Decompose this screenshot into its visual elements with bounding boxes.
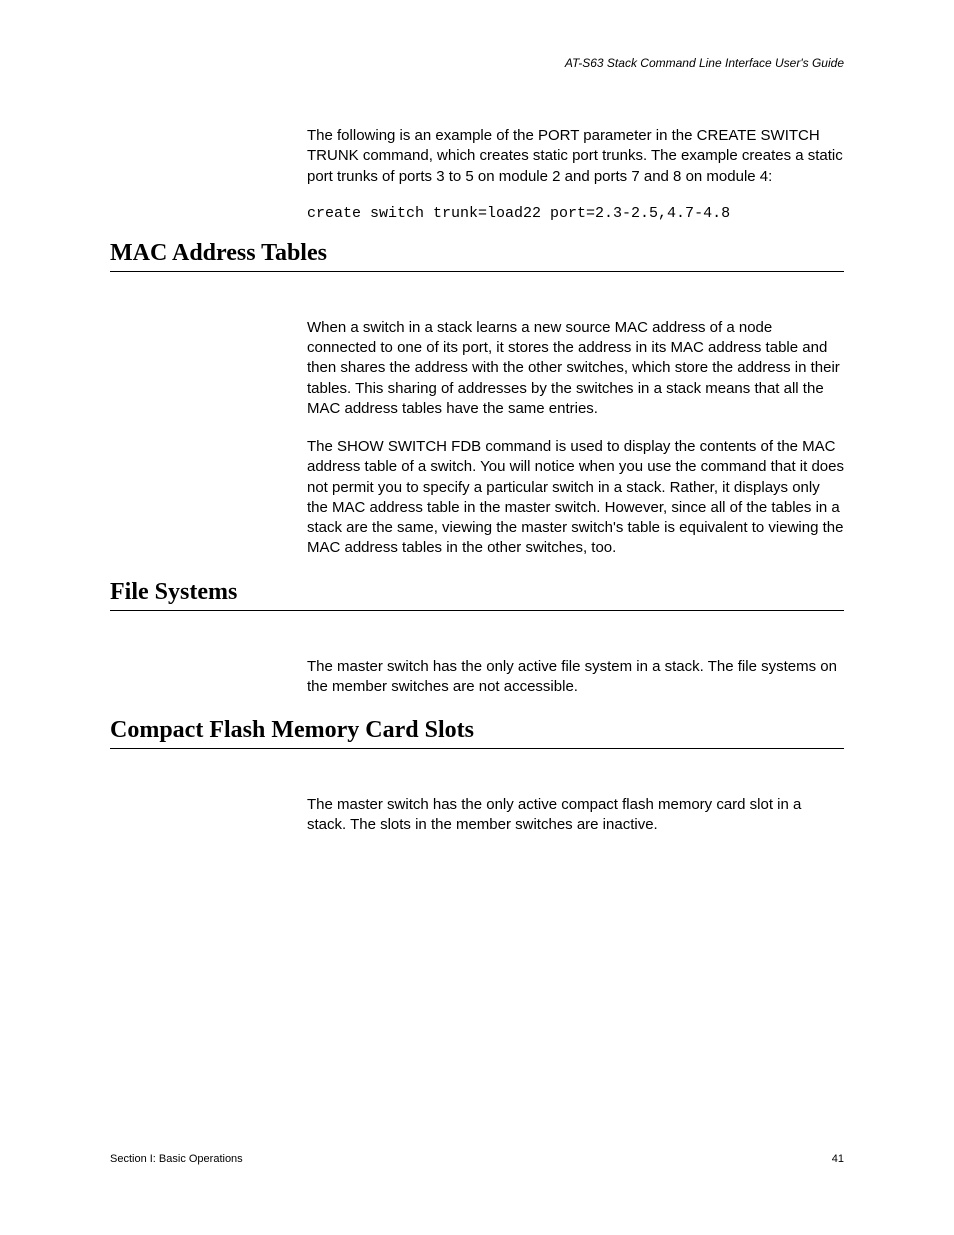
mac-paragraph-2: The SHOW SWITCH FDB command is used to d… [307,437,844,559]
page-footer: Section I: Basic Operations 41 [110,1153,844,1165]
cf-paragraph-1: The master switch has the only active co… [307,795,844,836]
fs-paragraph-1: The master switch has the only active fi… [307,657,844,698]
intro-paragraph: The following is an example of the PORT … [307,126,844,187]
footer-page-number: 41 [832,1153,844,1165]
code-example: create switch trunk=load22 port=2.3-2.5,… [307,205,844,222]
footer-section-label: Section I: Basic Operations [110,1153,243,1165]
heading-file-systems: File Systems [110,579,844,611]
page-container: AT-S63 Stack Command Line Interface User… [0,0,954,1235]
running-header: AT-S63 Stack Command Line Interface User… [110,56,844,70]
heading-mac-address-tables: MAC Address Tables [110,240,844,272]
heading-compact-flash: Compact Flash Memory Card Slots [110,717,844,749]
mac-paragraph-1: When a switch in a stack learns a new so… [307,318,844,419]
